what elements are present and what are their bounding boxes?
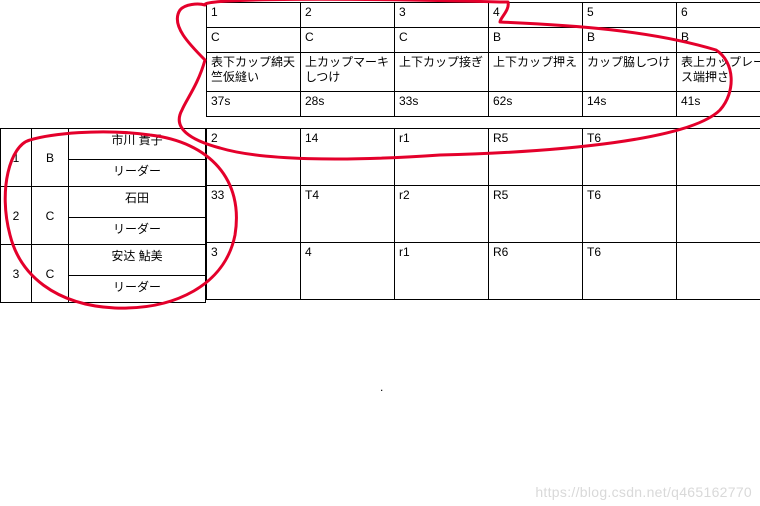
grade-cell: C <box>395 28 489 53</box>
people-table: 1 B 市川 貴子 リーダー 2 C 石田 リーダー 3 C 安达 鮎美 リーダ… <box>0 128 206 303</box>
desc-cell: 上カップマーキしつけ <box>301 53 395 92</box>
grade-cell: B <box>677 28 760 53</box>
person-index: 1 <box>1 129 32 187</box>
desc-cell: 上下カップ接ぎ <box>395 53 489 92</box>
grade-cell: C <box>207 28 301 53</box>
grid-cell: R6 <box>489 243 583 300</box>
header-col-row: 1 2 3 4 5 6 <box>207 3 760 28</box>
person-role: リーダー <box>69 218 206 245</box>
process-header-table: 1 2 3 4 5 6 C C C B B B 表下カップ綿天竺仮縫い 上カップ… <box>206 2 760 117</box>
assignment-grid: 2 14 r1 R5 T6 33 T4 r2 R5 T6 3 4 r1 R6 T… <box>206 128 760 300</box>
grid-cell <box>677 243 760 300</box>
time-cell: 41s <box>677 92 760 117</box>
person-grade: B <box>32 129 69 187</box>
person-index: 2 <box>1 187 32 245</box>
desc-cell: 表上カップレース端押さ <box>677 53 760 92</box>
col-num: 4 <box>489 3 583 28</box>
desc-cell: 上下カップ押え <box>489 53 583 92</box>
time-cell: 28s <box>301 92 395 117</box>
grid-cell: 4 <box>301 243 395 300</box>
grid-cell: 33 <box>207 186 301 243</box>
person-role: リーダー <box>69 276 206 303</box>
person-name: 安达 鮎美 <box>69 245 206 276</box>
time-cell: 33s <box>395 92 489 117</box>
time-cell: 37s <box>207 92 301 117</box>
grid-cell: T6 <box>583 129 677 186</box>
col-num: 3 <box>395 3 489 28</box>
grid-cell: T6 <box>583 243 677 300</box>
grid-cell: 14 <box>301 129 395 186</box>
grid-cell <box>677 129 760 186</box>
desc-cell: 表下カップ綿天竺仮縫い <box>207 53 301 92</box>
grid-cell <box>677 186 760 243</box>
grid-cell: r1 <box>395 243 489 300</box>
person-role: リーダー <box>69 160 206 187</box>
grid-cell: 3 <box>207 243 301 300</box>
person-name: 市川 貴子 <box>69 129 206 160</box>
col-num: 2 <box>301 3 395 28</box>
center-dot: . <box>380 380 383 394</box>
header-grade-row: C C C B B B <box>207 28 760 53</box>
grade-cell: C <box>301 28 395 53</box>
grid-cell: r2 <box>395 186 489 243</box>
grid-cell: r1 <box>395 129 489 186</box>
person-grade: C <box>32 187 69 245</box>
time-cell: 14s <box>583 92 677 117</box>
table-row: 3 4 r1 R6 T6 <box>207 243 760 300</box>
col-num: 5 <box>583 3 677 28</box>
table-row: 33 T4 r2 R5 T6 <box>207 186 760 243</box>
grid-cell: T4 <box>301 186 395 243</box>
grade-cell: B <box>583 28 677 53</box>
person-index: 3 <box>1 245 32 303</box>
grid-cell: 2 <box>207 129 301 186</box>
grid-cell: R5 <box>489 186 583 243</box>
col-num: 1 <box>207 3 301 28</box>
grid-cell: T6 <box>583 186 677 243</box>
person-name: 石田 <box>69 187 206 218</box>
grade-cell: B <box>489 28 583 53</box>
grid-cell: R5 <box>489 129 583 186</box>
header-time-row: 37s 28s 33s 62s 14s 41s <box>207 92 760 117</box>
time-cell: 62s <box>489 92 583 117</box>
header-desc-row: 表下カップ綿天竺仮縫い 上カップマーキしつけ 上下カップ接ぎ 上下カップ押え カ… <box>207 53 760 92</box>
person-grade: C <box>32 245 69 303</box>
watermark-text: https://blog.csdn.net/q465162770 <box>535 484 752 500</box>
desc-cell: カップ脇しつけ <box>583 53 677 92</box>
table-row: 2 14 r1 R5 T6 <box>207 129 760 186</box>
col-num: 6 <box>677 3 760 28</box>
